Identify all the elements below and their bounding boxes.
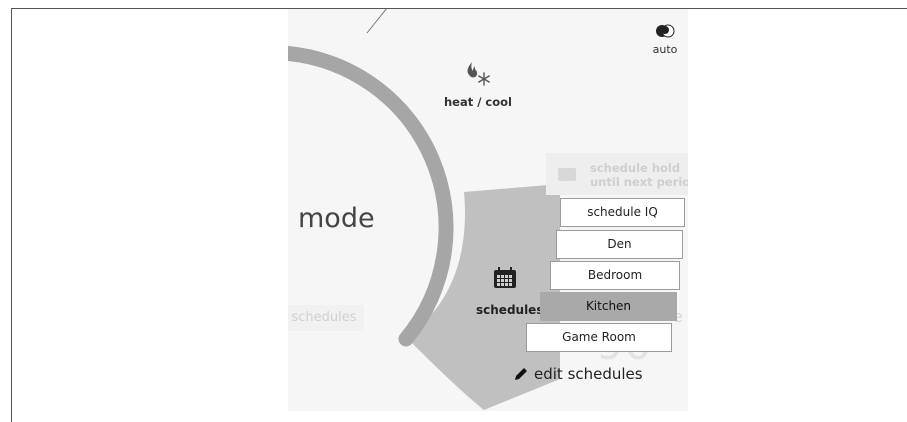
schedules-label: schedules — [476, 303, 544, 317]
edit-schedules-label: edit schedules — [534, 365, 643, 383]
heat-cool-mode[interactable]: heat / cool — [438, 61, 518, 109]
mode-arc — [288, 45, 454, 347]
mode-divider-line — [366, 9, 387, 34]
calendar-icon — [558, 168, 576, 181]
schedule-hold-line1: schedule hold — [590, 161, 681, 175]
mode-title: mode — [298, 203, 375, 234]
schedule-item-bedroom[interactable]: Bedroom — [550, 261, 680, 290]
schedule-item-game-room[interactable]: Game Room — [526, 323, 672, 352]
flame-snowflake-icon — [467, 62, 490, 86]
schedule-item-kitchen[interactable]: Kitchen — [540, 292, 677, 321]
ghost-schedules-label: schedules — [288, 305, 364, 331]
auto-mode[interactable]: auto — [645, 23, 685, 56]
schedules-icon-wrap — [493, 267, 517, 293]
schedule-hold-option[interactable]: schedule hold until next period — [546, 153, 688, 195]
schedule-hold-line2: until next period — [590, 175, 688, 189]
edit-schedules-button[interactable]: edit schedules — [514, 365, 643, 383]
schedule-item-den[interactable]: Den — [556, 230, 683, 259]
half-moon-icon — [656, 24, 675, 38]
auto-label: auto — [652, 43, 678, 56]
thermostat-panel: mode schedules heat / cool auto schedule… — [288, 9, 688, 411]
heat-cool-label: heat / cool — [443, 95, 512, 109]
schedule-item-schedule-iq[interactable]: schedule IQ — [560, 198, 685, 227]
calendar-icon — [494, 267, 516, 288]
pencil-icon — [515, 368, 527, 380]
